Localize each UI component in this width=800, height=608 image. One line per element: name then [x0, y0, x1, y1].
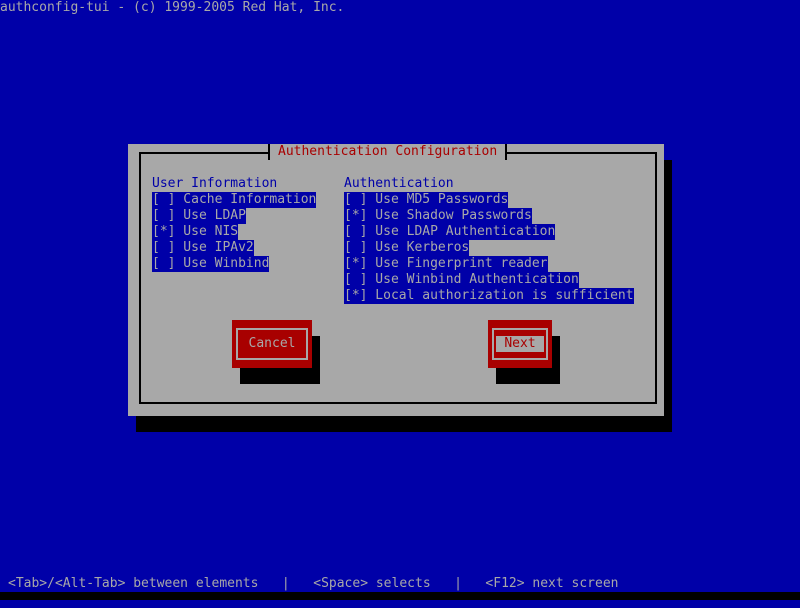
auth-config-dialog: Authentication Configuration User Inform… [128, 144, 664, 416]
checkbox-use-ldap[interactable]: [ ] Use LDAP [152, 208, 246, 224]
cancel-button[interactable]: Cancel [232, 320, 312, 368]
dialog-title: Authentication Configuration [268, 144, 508, 160]
app-title: authconfig-tui - (c) 1999-2005 Red Hat, … [0, 0, 345, 15]
cancel-button-label: Cancel [248, 336, 296, 351]
user-information-header: User Information [152, 176, 278, 191]
checkbox-use-ipav2[interactable]: [ ] Use IPAv2 [152, 240, 254, 256]
checkbox-use-kerberos[interactable]: [ ] Use Kerberos [344, 240, 470, 256]
next-button[interactable]: Next [488, 320, 552, 368]
next-button-label: Next [496, 336, 544, 352]
help-footer: <Tab>/<Alt-Tab> between elements | <Spac… [0, 576, 800, 592]
footer-hint-text: <Tab>/<Alt-Tab> between elements | <Spac… [8, 576, 619, 591]
checkbox-use-fingerprint-reader[interactable]: [*] Use Fingerprint reader [344, 256, 548, 272]
checkbox-use-md5-passwords[interactable]: [ ] Use MD5 Passwords [344, 192, 509, 208]
checkbox-use-winbind-authentication[interactable]: [ ] Use Winbind Authentication [344, 272, 579, 288]
authentication-header: Authentication [344, 176, 454, 191]
checkbox-use-winbind[interactable]: [ ] Use Winbind [152, 256, 270, 272]
footer-underline [0, 592, 800, 600]
checkbox-use-nis[interactable]: [*] Use NIS [152, 224, 239, 240]
checkbox-use-ldap-authentication[interactable]: [ ] Use LDAP Authentication [344, 224, 556, 240]
checkbox-local-authorization-sufficient[interactable]: [*] Local authorization is sufficient [344, 288, 634, 304]
checkbox-use-shadow-passwords[interactable]: [*] Use Shadow Passwords [344, 208, 532, 224]
checkbox-cache-information[interactable]: [ ] Cache Information [152, 192, 317, 208]
